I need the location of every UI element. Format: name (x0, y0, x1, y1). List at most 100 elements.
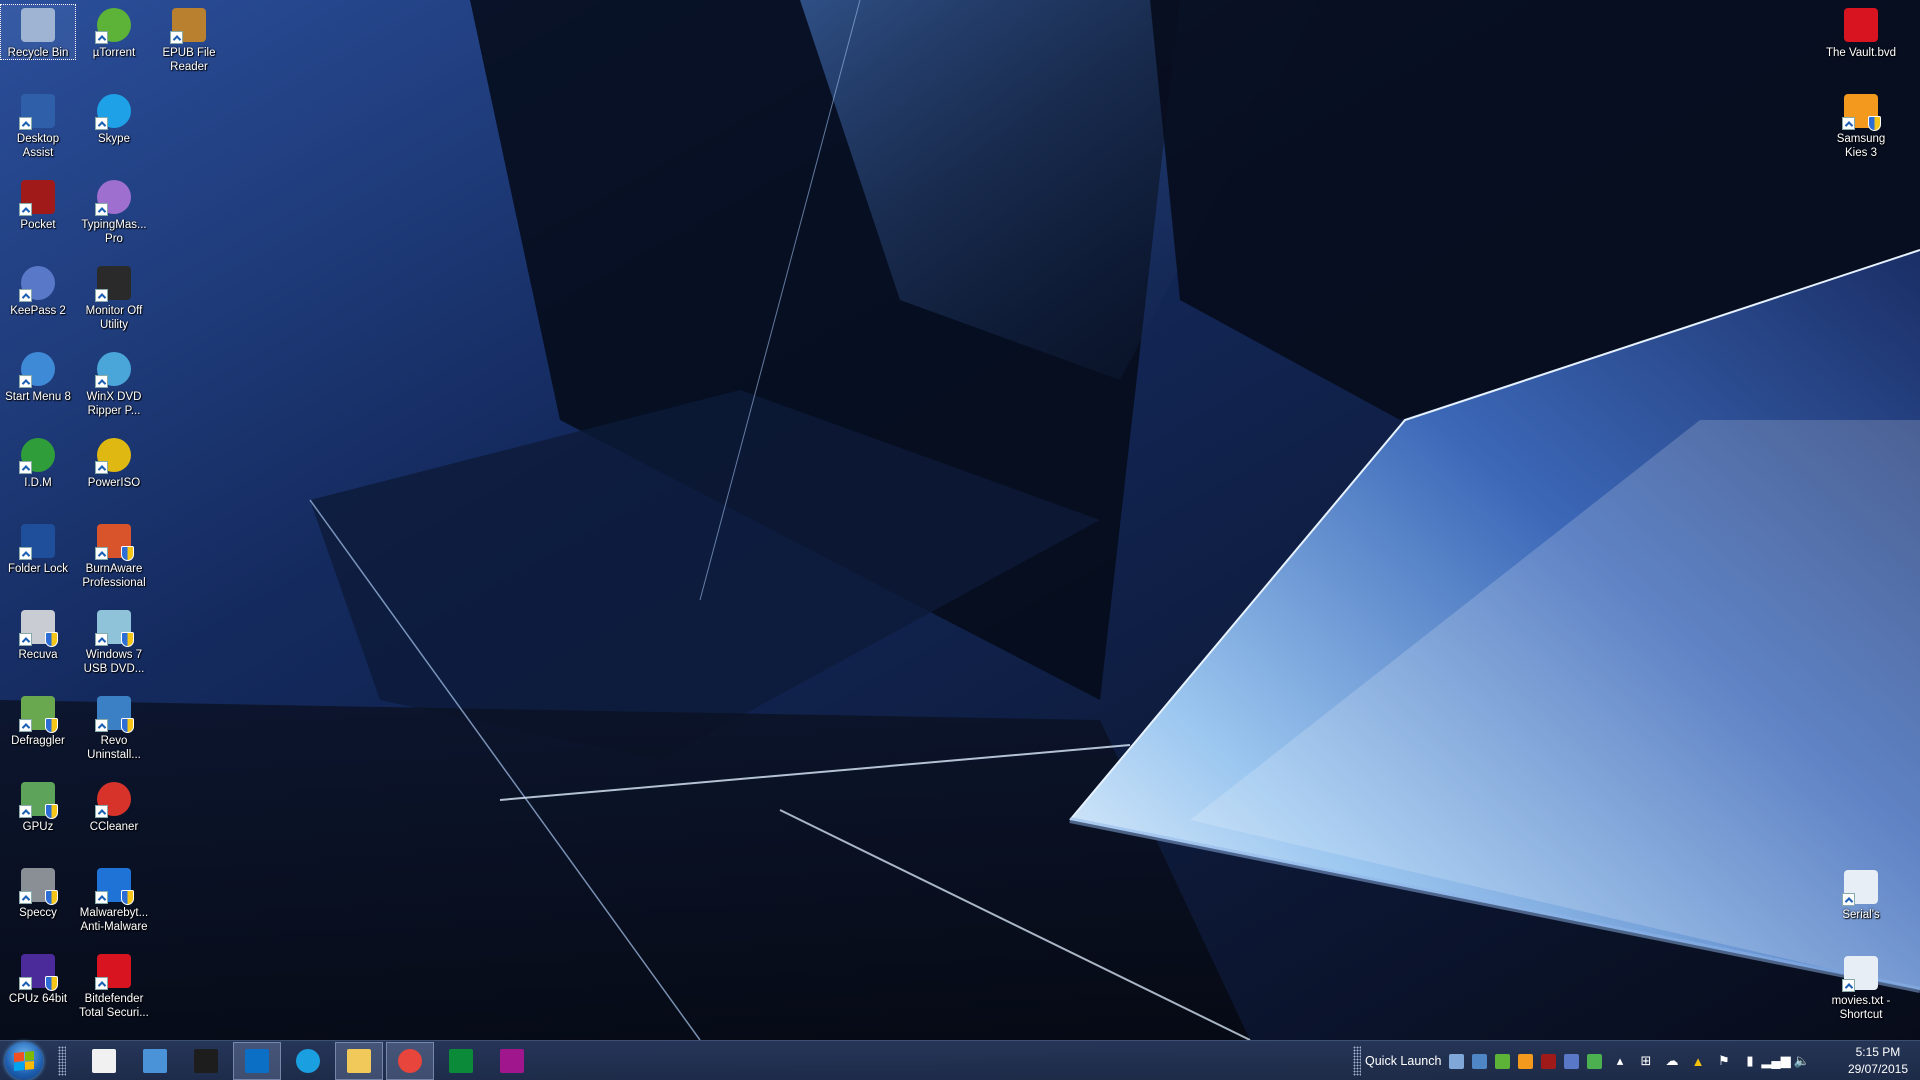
desktop-icon-idm[interactable]: I.D.M (0, 434, 76, 490)
control-panel-icon (143, 1049, 167, 1073)
desktop-icon-winx-dvd[interactable]: WinX DVD Ripper P... (76, 348, 152, 418)
desktop-icon-speccy[interactable]: Speccy (0, 864, 76, 920)
uac-shield-icon (1868, 116, 1881, 131)
desktop-icon-pocket[interactable]: Pocket (0, 176, 76, 232)
taskbar-plex-app-button[interactable] (182, 1042, 230, 1080)
desktop-icon-utorrent[interactable]: µTorrent (76, 4, 152, 60)
volume-icon[interactable]: 🔈 (1794, 1053, 1810, 1069)
power-icon[interactable]: ▮ (1742, 1053, 1758, 1069)
epub-reader-icon (170, 8, 206, 44)
store-icon (449, 1049, 473, 1073)
apps-grid-icon (92, 1049, 116, 1073)
network-signal-icon[interactable]: ▂▄▆ (1761, 1053, 1790, 1069)
taskbar: Quick Launch ▴ ⊞ ☁ ▲ ⚑ ▮ ▂▄▆ 🔈 5:15 PM 29/07/20… (0, 1040, 1920, 1080)
desktop-icon-malwarebytes[interactable]: Malwarebyt... Anti-Malware (76, 864, 152, 934)
desktop-icon-start-menu-8[interactable]: Start Menu 8 (0, 348, 76, 404)
keepass-icon (19, 266, 55, 302)
malwarebytes-icon (95, 868, 134, 905)
onedrive-icon[interactable]: ☁ (1664, 1053, 1680, 1069)
quick-launch-label[interactable]: Quick Launch (1365, 1054, 1441, 1068)
keepass-icon[interactable] (1564, 1053, 1580, 1069)
desktop-icon-label: BurnAware Professional (82, 563, 146, 589)
win7-usb-dvd-icon (95, 610, 134, 647)
taskbar-internet-explorer-button[interactable] (284, 1042, 332, 1080)
desktop-icon-epub-reader[interactable]: EPUB File Reader (151, 4, 227, 74)
pocket-icon (19, 180, 55, 216)
monitor-off-icon (95, 266, 131, 302)
desktop-icon-revo-uninstaller[interactable]: Revo Uninstall... (76, 692, 152, 762)
uac-shield-icon (45, 976, 58, 991)
show-desktop-icon[interactable] (1449, 1053, 1465, 1069)
desktop-icon-label: Speccy (19, 907, 57, 919)
start-button[interactable] (5, 1042, 43, 1080)
desktop-icon-cpuz[interactable]: CPUz 64bit (0, 950, 76, 1006)
plex-chevron-icon (194, 1049, 218, 1073)
desktop-icon-poweriso[interactable]: PowerISO (76, 434, 152, 490)
poweriso-icon (95, 438, 131, 474)
action-center-flag-icon[interactable]: ⚑ (1716, 1053, 1732, 1069)
desktop-icon-label: EPUB File Reader (162, 47, 216, 73)
uac-shield-icon (121, 718, 134, 733)
desktop-icon-label: Pocket (20, 219, 56, 231)
clock[interactable]: 5:15 PM 29/07/2015 (1848, 1044, 1908, 1078)
taskbar-mail-button[interactable] (233, 1042, 281, 1080)
desktop-icon-typingmaster[interactable]: TypingMas... Pro (76, 176, 152, 246)
taskbar-chrome-button[interactable] (386, 1042, 434, 1080)
desktop-icon-bitdefender[interactable]: Bitdefender Total Securi... (76, 950, 152, 1020)
windows-icon[interactable]: ⊞ (1638, 1053, 1654, 1069)
clock-date: 29/07/2015 (1847, 1062, 1908, 1076)
text-file-icon (1842, 956, 1878, 992)
desktop-wallpaper (0, 0, 1920, 1080)
desktop-icon-label: CPUz 64bit (8, 993, 68, 1005)
desktop-icon-label: Monitor Off Utility (85, 305, 143, 331)
quick-launch-grip[interactable] (1353, 1046, 1361, 1076)
desktop-icon-folder-lock[interactable]: Folder Lock (0, 520, 76, 576)
taskbar-apps-launcher-button[interactable] (80, 1042, 128, 1080)
desktop-icon-gpuz[interactable]: GPUz (0, 778, 76, 834)
desktop-icon-label: PowerISO (87, 477, 141, 489)
shortcut-arrow-icon (95, 977, 108, 990)
pocket-icon[interactable] (1541, 1053, 1557, 1069)
samsung-kies-icon[interactable] (1518, 1053, 1534, 1069)
desktop-icon-ccleaner[interactable]: CCleaner (76, 778, 152, 834)
utorrent-icon[interactable] (1495, 1053, 1511, 1069)
taskbar-camera-button[interactable] (488, 1042, 536, 1080)
desktop-icon-keepass[interactable]: KeePass 2 (0, 262, 76, 318)
desktop-icon-burnaware[interactable]: BurnAware Professional (76, 520, 152, 590)
shortcut-arrow-icon (95, 719, 108, 732)
shortcut-arrow-icon (19, 805, 32, 818)
shortcut-arrow-icon (19, 547, 32, 560)
shortcut-arrow-icon (19, 289, 32, 302)
quick-launch-toolbar: Quick Launch (1353, 1041, 1610, 1080)
desktop-icon-text-file[interactable]: Serial's (1823, 866, 1899, 922)
internet-explorer-icon (296, 1049, 320, 1073)
gpuz-icon (19, 782, 58, 819)
desktop-icon-defraggler[interactable]: Defraggler (0, 692, 76, 748)
google-drive-icon[interactable]: ▲ (1690, 1053, 1706, 1069)
desktop-icon-label: Recycle Bin (7, 47, 69, 59)
taskbar-control-panel-button[interactable] (131, 1042, 179, 1080)
shortcut-arrow-icon (95, 289, 108, 302)
desktop-icon-monitor-off[interactable]: Monitor Off Utility (76, 262, 152, 332)
desktop-icon-text-file[interactable]: movies.txt - Shortcut (1823, 952, 1899, 1022)
taskbar-windows-store-button[interactable] (437, 1042, 485, 1080)
taskbar-grip[interactable] (58, 1046, 66, 1076)
desktop-icon-desktop-assist[interactable]: Desktop Assist (0, 90, 76, 160)
switch-windows-icon[interactable] (1472, 1053, 1488, 1069)
shortcut-arrow-icon (95, 891, 108, 904)
desktop-icon-samsung-kies[interactable]: Samsung Kies 3 (1823, 90, 1899, 160)
mail-icon (245, 1049, 269, 1073)
desktop-icon-label: Malwarebyt... Anti-Malware (79, 907, 149, 933)
pushbullet-icon[interactable] (1587, 1053, 1603, 1069)
show-hidden-icons-icon[interactable]: ▴ (1612, 1053, 1628, 1069)
ccleaner-icon (95, 782, 131, 818)
desktop-icon-bitdefender-vault[interactable]: The Vault.bvd (1823, 4, 1899, 60)
taskbar-file-explorer-button[interactable] (335, 1042, 383, 1080)
desktop-icon-recuva[interactable]: Recuva (0, 606, 76, 662)
cpuz-icon (19, 954, 58, 991)
desktop-icon-label: Serial's (1842, 909, 1880, 921)
desktop-icon-recycle-bin[interactable]: Recycle Bin (0, 4, 76, 60)
desktop-icon-label: Bitdefender Total Securi... (79, 993, 149, 1019)
desktop-icon-win7-usb-dvd[interactable]: Windows 7 USB DVD... (76, 606, 152, 676)
desktop-icon-skype[interactable]: Skype (76, 90, 152, 146)
